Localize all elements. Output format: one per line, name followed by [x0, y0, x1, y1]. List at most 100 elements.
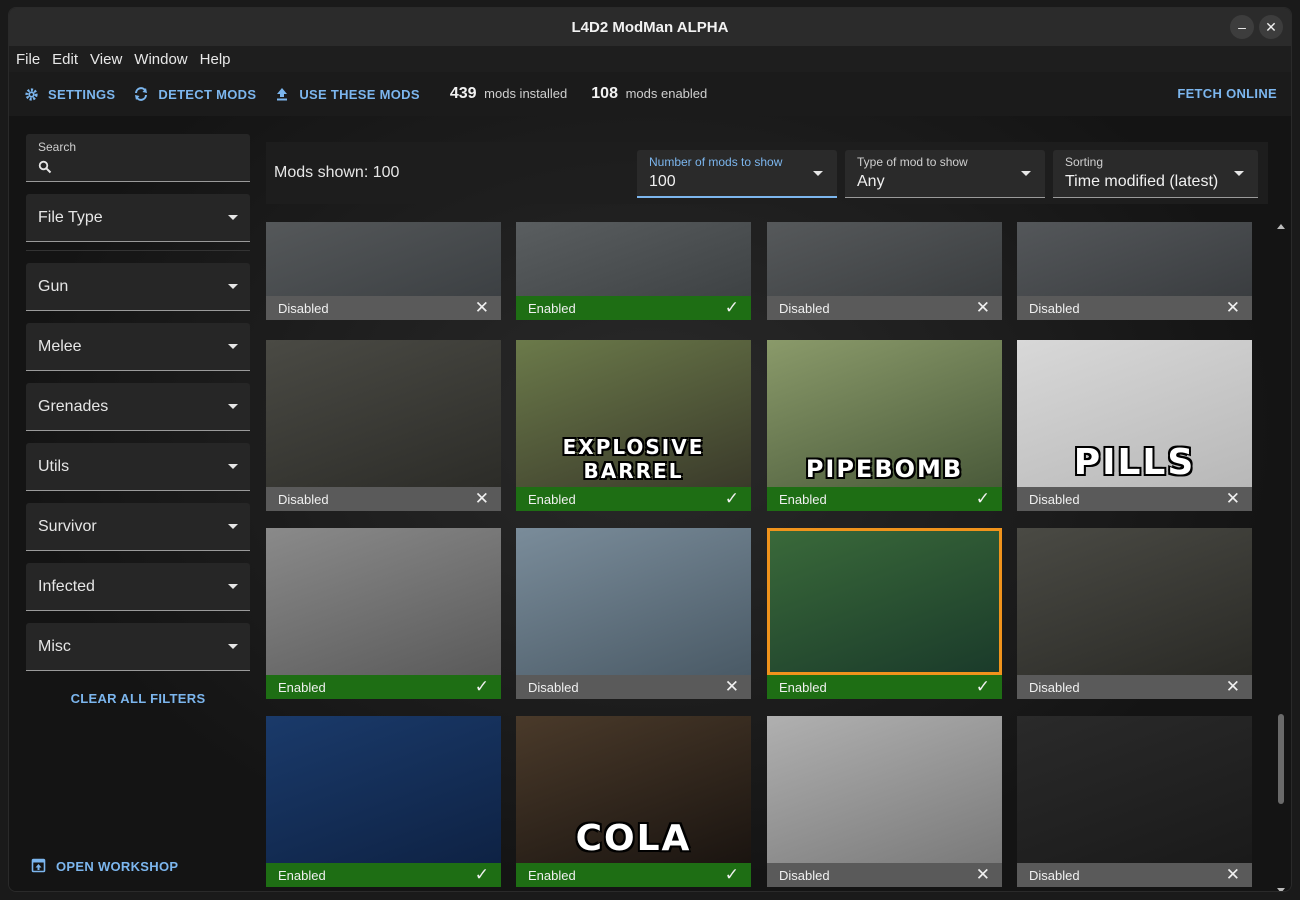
close-icon[interactable]: ✕ — [976, 865, 990, 885]
mod-card[interactable]: Disabled ✕ — [516, 528, 751, 699]
close-icon[interactable]: ✕ — [725, 677, 739, 697]
check-icon[interactable]: ✓ — [475, 865, 489, 885]
mod-card[interactable]: Disabled ✕ — [767, 222, 1002, 320]
mod-status-bar[interactable]: Enabled ✓ — [516, 487, 751, 511]
search-field[interactable]: Search — [26, 134, 250, 182]
gun-filter-dropdown[interactable]: Gun — [26, 263, 250, 311]
minimize-button[interactable]: – — [1230, 15, 1254, 39]
vertical-scrollbar[interactable] — [1276, 224, 1286, 891]
mod-status-bar[interactable]: Enabled ✓ — [767, 675, 1002, 699]
mod-status-bar[interactable]: Enabled ✓ — [266, 863, 501, 887]
chevron-down-icon — [228, 404, 238, 409]
mod-status-bar[interactable]: Disabled ✕ — [1017, 675, 1252, 699]
mod-status-bar[interactable]: Enabled ✓ — [516, 863, 751, 887]
mod-status-label: Enabled — [779, 679, 827, 695]
close-window-button[interactable]: ✕ — [1259, 15, 1283, 39]
mod-status-label: Disabled — [1029, 679, 1080, 695]
check-icon[interactable]: ✓ — [725, 489, 739, 509]
mod-card[interactable]: Disabled ✕ — [1017, 716, 1252, 887]
use-these-mods-button[interactable]: USE THESE MODS — [274, 86, 420, 102]
mod-thumbnail — [767, 222, 1002, 296]
window-title: L4D2 ModMan ALPHA — [571, 18, 729, 36]
check-icon[interactable]: ✓ — [725, 298, 739, 318]
mod-thumbnail-caption: PILLS — [1073, 442, 1196, 483]
number-of-mods-select[interactable]: Number of mods to show 100 — [637, 150, 837, 198]
mod-card[interactable]: Enabled ✓ — [266, 716, 501, 887]
mod-card[interactable]: Disabled ✕ — [767, 716, 1002, 887]
mod-status-bar[interactable]: Disabled ✕ — [266, 487, 501, 511]
mod-status-label: Disabled — [1029, 867, 1080, 883]
mod-status-bar[interactable]: Disabled ✕ — [1017, 487, 1252, 511]
check-icon[interactable]: ✓ — [976, 489, 990, 509]
utils-filter-dropdown[interactable]: Utils — [26, 443, 250, 491]
close-icon[interactable]: ✕ — [1226, 865, 1240, 885]
menu-edit[interactable]: Edit — [52, 51, 78, 68]
detect-mods-button[interactable]: DETECT MODS — [133, 86, 256, 102]
chevron-down-icon — [228, 344, 238, 349]
menu-window[interactable]: Window — [134, 51, 187, 68]
misc-filter-dropdown[interactable]: Misc — [26, 623, 250, 671]
close-icon[interactable]: ✕ — [475, 298, 489, 318]
mod-thumbnail: PIPEBOMB — [767, 340, 1002, 487]
mod-card[interactable]: Enabled ✓ — [767, 528, 1002, 699]
settings-button[interactable]: SETTINGS — [23, 86, 115, 102]
scroll-up-arrow[interactable] — [1277, 224, 1285, 229]
mod-card[interactable]: COLA Enabled ✓ — [516, 716, 751, 887]
sorting-label: Sorting — [1065, 155, 1104, 169]
detect-mods-label: DETECT MODS — [158, 86, 257, 102]
mod-thumbnail — [516, 528, 751, 675]
mod-card[interactable]: Disabled ✕ — [266, 340, 501, 511]
chevron-down-icon — [1234, 171, 1244, 176]
gun-filter-label: Gun — [38, 277, 69, 295]
close-icon[interactable]: ✕ — [475, 489, 489, 509]
mod-status-bar[interactable]: Disabled ✕ — [1017, 863, 1252, 887]
scrollbar-thumb[interactable] — [1278, 714, 1284, 804]
clear-all-filters-button[interactable]: CLEAR ALL FILTERS — [26, 691, 250, 706]
survivor-filter-dropdown[interactable]: Survivor — [26, 503, 250, 551]
mod-card[interactable]: PIPEBOMB Enabled ✓ — [767, 340, 1002, 511]
mod-status-bar[interactable]: Disabled ✕ — [1017, 296, 1252, 320]
check-icon[interactable]: ✓ — [976, 677, 990, 697]
mod-card[interactable]: Disabled ✕ — [266, 222, 501, 320]
divider — [26, 250, 250, 251]
close-icon[interactable]: ✕ — [1226, 489, 1240, 509]
check-icon[interactable]: ✓ — [725, 865, 739, 885]
menu-file[interactable]: File — [16, 51, 40, 68]
close-icon[interactable]: ✕ — [1226, 677, 1240, 697]
mod-status-bar[interactable]: Enabled ✓ — [266, 675, 501, 699]
infected-filter-dropdown[interactable]: Infected — [26, 563, 250, 611]
sorting-select[interactable]: Sorting Time modified (latest) — [1053, 150, 1258, 198]
check-icon[interactable]: ✓ — [475, 677, 489, 697]
file-type-dropdown[interactable]: File Type — [26, 194, 250, 242]
mod-card[interactable]: EXPLOSIVE BARREL Enabled ✓ — [516, 340, 751, 511]
mod-card[interactable]: Enabled ✓ — [516, 222, 751, 320]
mod-thumbnail-caption: COLA — [575, 818, 692, 859]
mod-status-bar[interactable]: Disabled ✕ — [266, 296, 501, 320]
melee-filter-dropdown[interactable]: Melee — [26, 323, 250, 371]
mod-status-bar[interactable]: Disabled ✕ — [516, 675, 751, 699]
mod-thumbnail — [767, 716, 1002, 863]
scroll-down-arrow[interactable] — [1277, 888, 1285, 891]
mods-installed-stat: 439 mods installed — [450, 85, 567, 103]
mod-status-bar[interactable]: Enabled ✓ — [767, 487, 1002, 511]
open-workshop-label: OPEN WORKSHOP — [56, 858, 179, 874]
mod-thumbnail — [1017, 222, 1252, 296]
menu-view[interactable]: View — [90, 51, 122, 68]
fetch-online-button[interactable]: FETCH ONLINE — [1177, 86, 1277, 101]
mod-status-bar[interactable]: Disabled ✕ — [767, 296, 1002, 320]
chevron-down-icon — [228, 284, 238, 289]
mod-card[interactable]: Disabled ✕ — [1017, 222, 1252, 320]
menu-help[interactable]: Help — [200, 51, 231, 68]
grenades-filter-dropdown[interactable]: Grenades — [26, 383, 250, 431]
mod-status-bar[interactable]: Enabled ✓ — [516, 296, 751, 320]
open-workshop-button[interactable]: OPEN WORKSHOP — [31, 858, 178, 874]
mod-thumbnail: COLA — [516, 716, 751, 863]
close-icon[interactable]: ✕ — [976, 298, 990, 318]
mod-type-select[interactable]: Type of mod to show Any — [845, 150, 1045, 198]
mod-card[interactable]: Enabled ✓ — [266, 528, 501, 699]
mod-status-bar[interactable]: Disabled ✕ — [767, 863, 1002, 887]
mod-card[interactable]: PILLS Disabled ✕ — [1017, 340, 1252, 511]
mod-card[interactable]: Disabled ✕ — [1017, 528, 1252, 699]
mods-header: Mods shown: 100 Number of mods to show 1… — [266, 142, 1268, 204]
close-icon[interactable]: ✕ — [1226, 298, 1240, 318]
